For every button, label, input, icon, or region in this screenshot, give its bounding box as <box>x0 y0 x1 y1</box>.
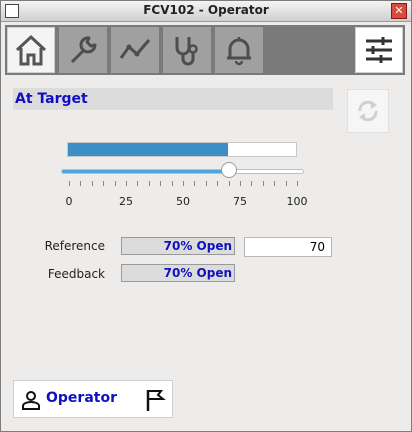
slider-ticks <box>69 181 298 189</box>
slider-tick <box>262 181 264 186</box>
slider-tick <box>194 181 196 186</box>
tab-diagnostics[interactable] <box>163 27 211 73</box>
slider-tick <box>126 181 127 186</box>
home-icon <box>15 34 47 66</box>
feedback-label: Feedback <box>47 267 105 281</box>
operator-window: FCV102 - Operator ✕ At Target 0 25 50 75… <box>0 0 412 432</box>
slider-tick <box>205 181 207 186</box>
status-label: At Target <box>13 88 333 110</box>
person-icon <box>22 391 40 410</box>
title-bar[interactable]: FCV102 - Operator ✕ <box>1 1 411 22</box>
user-panel[interactable]: Operator <box>13 380 173 418</box>
tab-trend[interactable] <box>111 27 159 73</box>
tick-label-0: 0 <box>65 195 73 208</box>
output-bar <box>67 142 297 157</box>
reference-label: Reference <box>44 239 105 253</box>
tick-label-25: 25 <box>119 195 133 208</box>
tick-label-100: 100 <box>286 195 308 208</box>
slider-tick <box>148 181 150 186</box>
slider-tick <box>251 181 253 186</box>
slider-tick <box>217 181 219 186</box>
tab-configuration[interactable] <box>59 27 107 73</box>
stethoscope-icon <box>175 37 198 66</box>
bell-icon <box>227 37 251 66</box>
sliders-icon <box>366 37 392 63</box>
slider-thumb[interactable] <box>220 162 237 178</box>
slider-tick <box>297 181 298 186</box>
reference-value: 70% Open <box>121 237 235 255</box>
slider-tick <box>240 181 241 186</box>
slider-tick <box>80 181 82 186</box>
refresh-icon <box>358 100 378 122</box>
slider-tick <box>69 181 70 186</box>
trend-icon <box>119 39 151 59</box>
output-bar-fill <box>68 143 228 156</box>
reference-input[interactable] <box>244 237 332 257</box>
slider-tick <box>183 181 184 186</box>
wrench-icon <box>70 36 97 64</box>
tick-label-50: 50 <box>176 195 190 208</box>
close-button[interactable]: ✕ <box>391 3 407 19</box>
user-name: Operator <box>46 390 117 406</box>
slider-tick <box>160 181 162 186</box>
slider-tick <box>171 181 173 186</box>
flag-icon[interactable] <box>144 388 166 412</box>
slider-fill <box>62 170 231 173</box>
settings-button[interactable] <box>355 27 403 73</box>
tick-label-75: 75 <box>233 195 247 208</box>
refresh-button[interactable] <box>347 89 389 133</box>
slider-tick <box>285 181 287 186</box>
window-title: FCV102 - Operator <box>143 3 269 17</box>
slider-tick <box>274 181 276 186</box>
tab-home[interactable] <box>7 27 55 73</box>
setpoint-slider[interactable] <box>61 169 304 174</box>
slider-tick <box>103 181 105 186</box>
tab-alarms[interactable] <box>215 27 263 73</box>
slider-tick <box>114 181 116 186</box>
slider-tick <box>137 181 139 186</box>
feedback-value: 70% Open <box>121 264 235 282</box>
slider-tick <box>228 181 230 186</box>
slider-tick <box>91 181 93 186</box>
toolbar <box>5 25 405 75</box>
